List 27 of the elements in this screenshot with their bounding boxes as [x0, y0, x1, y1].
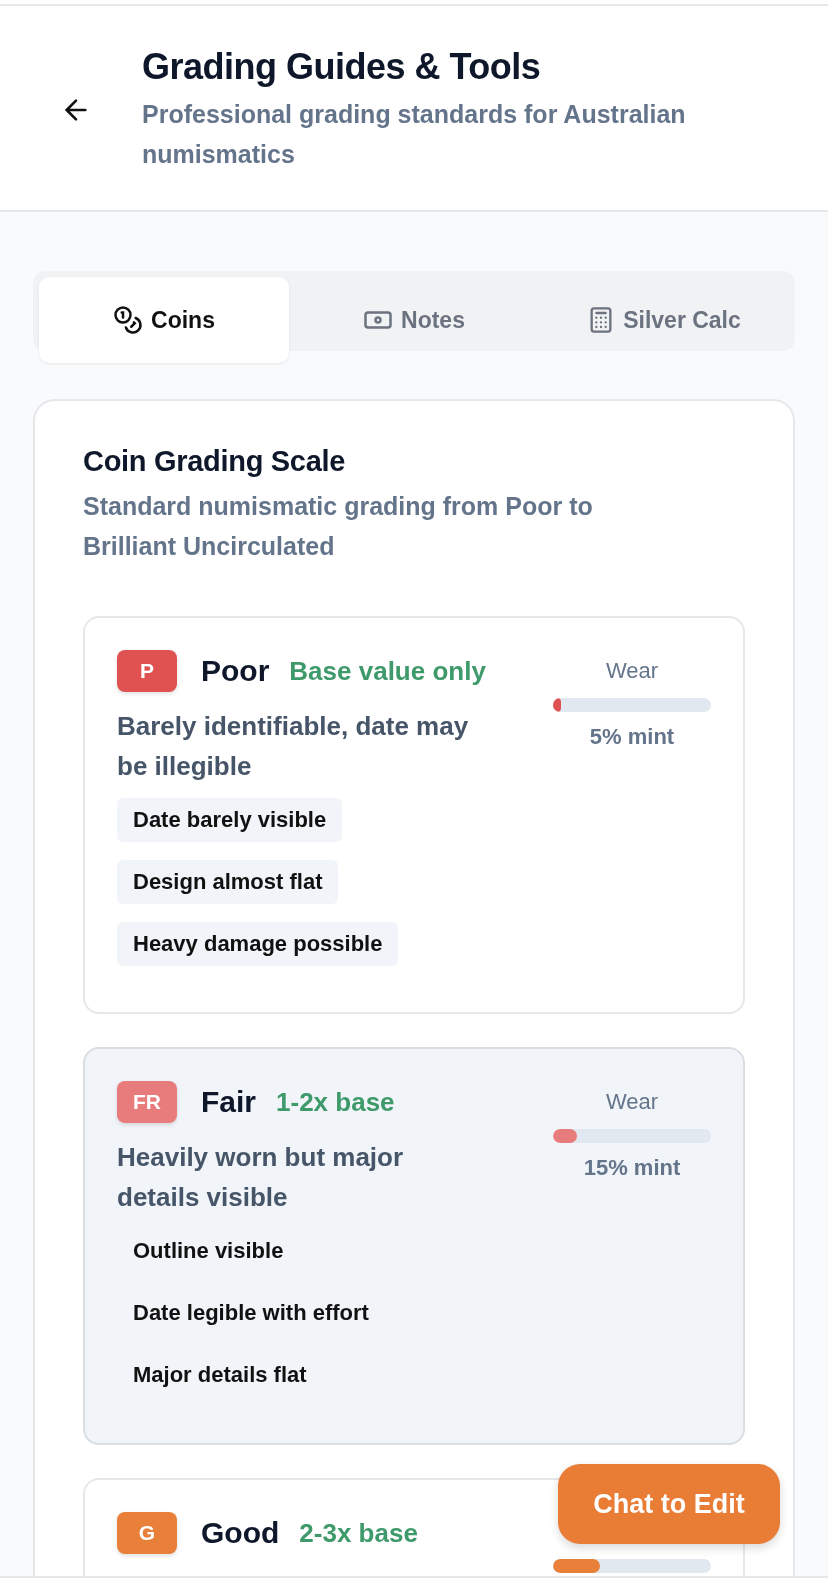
- feature-tag: Design almost flat: [117, 860, 339, 904]
- tab[interactable]: Coins: [39, 277, 289, 363]
- tab[interactable]: Silver Calc: [539, 277, 789, 363]
- grade-name: Good: [201, 1516, 280, 1550]
- page-title: Grading Guides & Tools: [142, 46, 542, 88]
- coins-icon: [113, 305, 144, 335]
- tab[interactable]: Notes: [289, 277, 539, 363]
- page-subtitle: Professional grading standards for Australian numismatics: [142, 99, 687, 170]
- card-title: Coin Grading Scale: [83, 445, 347, 478]
- wear-reading: 15% mint: [583, 1155, 681, 1181]
- wear-label: Wear: [605, 658, 659, 684]
- grade-badge: FR: [117, 1081, 177, 1123]
- grade-value: 2-3x base: [299, 1517, 418, 1549]
- grade-value: 1-2x base: [276, 1086, 395, 1118]
- grade-name: Poor: [201, 654, 270, 688]
- grade-value: Base value only: [289, 655, 486, 687]
- card-subtitle: Standard numismatic grading from Poor to Brilliant Uncirculated: [83, 491, 594, 562]
- feature-tag: Date barely visible: [117, 798, 343, 842]
- grade-description: Barely identifiable, date may be illegible: [117, 710, 470, 783]
- wear-reading: 5% mint: [589, 724, 675, 750]
- feature-tag: Heavy damage possible: [117, 922, 399, 966]
- grade-badge: P: [117, 650, 177, 692]
- grade-description: Heavily worn but major details visible: [117, 1141, 405, 1214]
- grade-badge: G: [117, 1512, 177, 1554]
- chat-to-edit-button[interactable]: Chat to Edit: [558, 1464, 780, 1544]
- wear-label: Wear: [605, 1089, 659, 1115]
- grade-name: Fair: [201, 1085, 257, 1119]
